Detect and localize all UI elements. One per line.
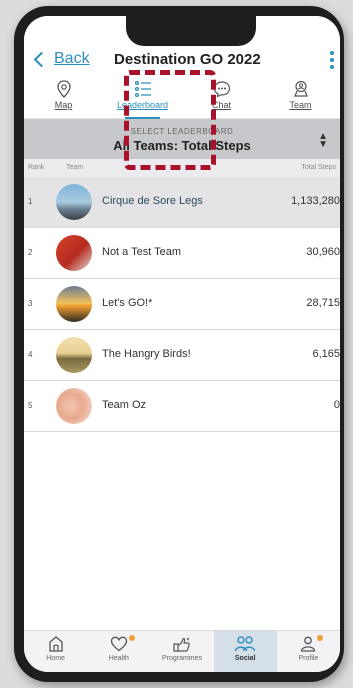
team-avatar [56, 286, 92, 322]
team-name: Let's GO!* [102, 297, 153, 309]
sort-arrows-icon: ▲ ▼ [318, 131, 328, 150]
leaderboard-list: 1 Cirque de Sore Legs 1,133,280 2 Not a … [24, 177, 340, 432]
team-name: Team Oz [102, 399, 147, 411]
nav-social[interactable]: Social [213, 631, 277, 672]
table-row[interactable]: 1 Cirque de Sore Legs 1,133,280 [24, 177, 340, 228]
team-steps: 6,165 [312, 348, 340, 360]
home-icon [48, 636, 63, 652]
more-options-icon[interactable] [330, 51, 334, 69]
team-avatar [56, 184, 92, 220]
team-badge-icon [293, 80, 308, 97]
nav-home[interactable]: Home [24, 631, 87, 672]
row-rank: 1 [28, 197, 33, 206]
nav-health-label: Health [108, 655, 129, 662]
table-row[interactable]: 3 Let's GO!* 28,715 [24, 279, 340, 330]
nav-programmes-label: Programmes [161, 655, 203, 662]
back-button[interactable]: Back [33, 50, 90, 68]
row-rank: 5 [28, 401, 33, 410]
phone-screen: Back Destination GO 2022 Map Leaderboard… [24, 16, 340, 672]
back-label: Back [54, 50, 90, 67]
nav-profile[interactable]: Profile [277, 631, 340, 672]
table-row[interactable]: 5 Team Oz 0 [24, 381, 340, 432]
nav-programmes[interactable]: Programmes [150, 631, 213, 672]
team-avatar [56, 388, 92, 424]
bottom-navigation: Home Health Programmes Social Profile [24, 630, 340, 672]
notification-badge [316, 635, 323, 641]
tab-team[interactable]: Team [261, 78, 340, 118]
row-rank: 2 [28, 248, 33, 257]
notification-badge [129, 635, 136, 641]
table-row[interactable]: 2 Not a Test Team 30,960 [24, 228, 340, 279]
tab-team-label: Team [289, 100, 312, 110]
profile-icon [301, 636, 316, 652]
nav-health[interactable]: Health [87, 631, 150, 672]
heart-icon [110, 636, 127, 652]
nav-home-label: Home [46, 655, 65, 662]
team-name: Cirque de Sore Legs [102, 195, 203, 207]
team-avatar [56, 337, 92, 373]
team-steps: 0 [333, 399, 340, 411]
map-pin-icon [56, 80, 71, 98]
programmes-icon [173, 637, 190, 652]
people-icon [235, 636, 256, 652]
team-steps: 28,715 [306, 297, 340, 309]
nav-profile-label: Profile [298, 655, 319, 662]
page-title: Destination GO 2022 [114, 51, 261, 68]
nav-social-label: Social [234, 655, 256, 662]
row-rank: 4 [28, 350, 33, 359]
team-steps: 30,960 [306, 246, 340, 258]
leaderboard-tab-highlight [124, 70, 216, 170]
team-avatar [56, 235, 92, 271]
team-name: Not a Test Team [102, 246, 182, 258]
tab-map-label: Map [54, 100, 73, 110]
steps-column-header: Total Steps [301, 164, 336, 171]
team-column-header: Team [66, 164, 84, 171]
team-steps: 1,133,280 [291, 195, 340, 207]
table-row[interactable]: 4 The Hangry Birds! 6,165 [24, 330, 340, 381]
phone-notch [126, 16, 256, 46]
tab-map[interactable]: Map [24, 78, 103, 118]
row-rank: 3 [28, 299, 33, 308]
chevron-left-icon [33, 51, 50, 68]
rank-column-header: Rank [28, 164, 45, 171]
team-name: The Hangry Birds! [102, 348, 191, 360]
